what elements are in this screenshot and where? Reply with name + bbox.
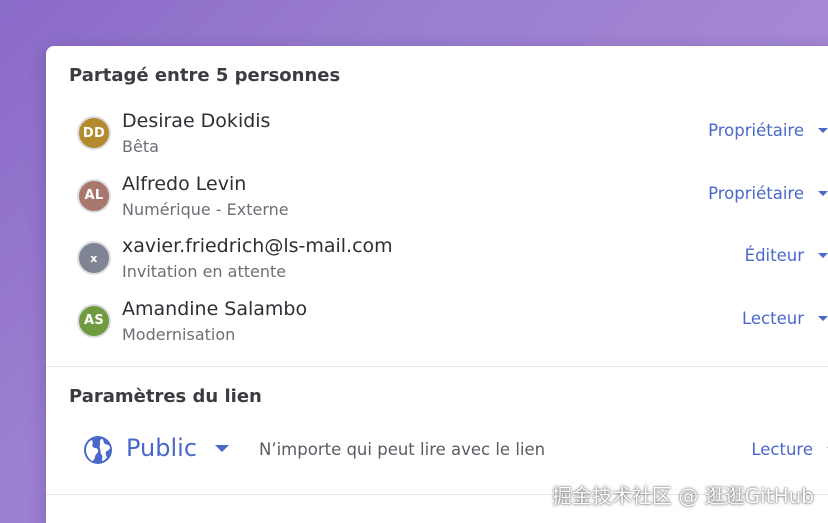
person-row: AL Alfredo Levin Numérique - Externe Pro… (46, 167, 828, 230)
share-dialog: Partagé entre 5 personnes DD Desirae Dok… (46, 46, 828, 523)
role-dropdown[interactable]: Propriétaire (708, 184, 828, 203)
role-dropdown[interactable]: Propriétaire (708, 121, 828, 140)
person-name: Amandine Salambo (122, 297, 308, 320)
globe-icon (84, 436, 112, 464)
person-row: DD Desirae Dokidis Bêta Propriétaire (46, 104, 828, 167)
role-dropdown[interactable]: Lecteur (742, 309, 828, 328)
link-settings-title: Paramètres du lien (69, 386, 262, 407)
link-role-dropdown[interactable]: Lecture (751, 440, 828, 459)
avatar: x (77, 241, 111, 275)
visibility-dropdown[interactable]: Public (126, 434, 230, 462)
link-description: N’importe qui peut lire avec le lien (259, 440, 546, 459)
role-label: Lecteur (742, 308, 804, 328)
caret-down-icon (818, 253, 828, 258)
caret-down-icon (818, 128, 828, 133)
role-dropdown[interactable]: Éditeur (745, 246, 828, 265)
avatar: DD (77, 116, 111, 150)
person-subtitle: Invitation en attente (122, 262, 287, 281)
visibility-label: Public (126, 434, 198, 462)
link-role-label: Lecture (751, 440, 813, 459)
role-label: Éditeur (744, 246, 804, 265)
person-name: Desirae Dokidis (122, 110, 271, 132)
person-row: x xavier.friedrich@ls-mail.com Invitatio… (46, 229, 828, 292)
caret-down-icon (215, 444, 230, 452)
person-subtitle: Modernisation (122, 324, 236, 344)
avatar: AL (77, 178, 111, 213)
role-label: Propriétaire (708, 183, 804, 203)
role-label: Propriétaire (708, 121, 804, 140)
person-name: Alfredo Levin (122, 172, 247, 195)
person-row: AS Amandine Salambo Modernisation Lecteu… (46, 292, 828, 355)
caret-down-icon (818, 315, 828, 321)
person-name: xavier.friedrich@ls-mail.com (122, 235, 393, 257)
avatar: AS (77, 303, 111, 338)
link-settings-row: Public N’importe qui peut lire avec le l… (46, 428, 828, 472)
people-list: DD Desirae Dokidis Bêta Propriétaire AL … (46, 104, 828, 354)
caret-down-icon (818, 190, 828, 196)
people-section-title: Partagé entre 5 personnes (69, 65, 341, 86)
section-divider (46, 366, 828, 367)
person-subtitle: Bêta (122, 137, 159, 156)
person-subtitle: Numérique - Externe (122, 199, 289, 219)
watermark: 掘金技术社区 @ 逛逛GitHub (551, 484, 814, 508)
